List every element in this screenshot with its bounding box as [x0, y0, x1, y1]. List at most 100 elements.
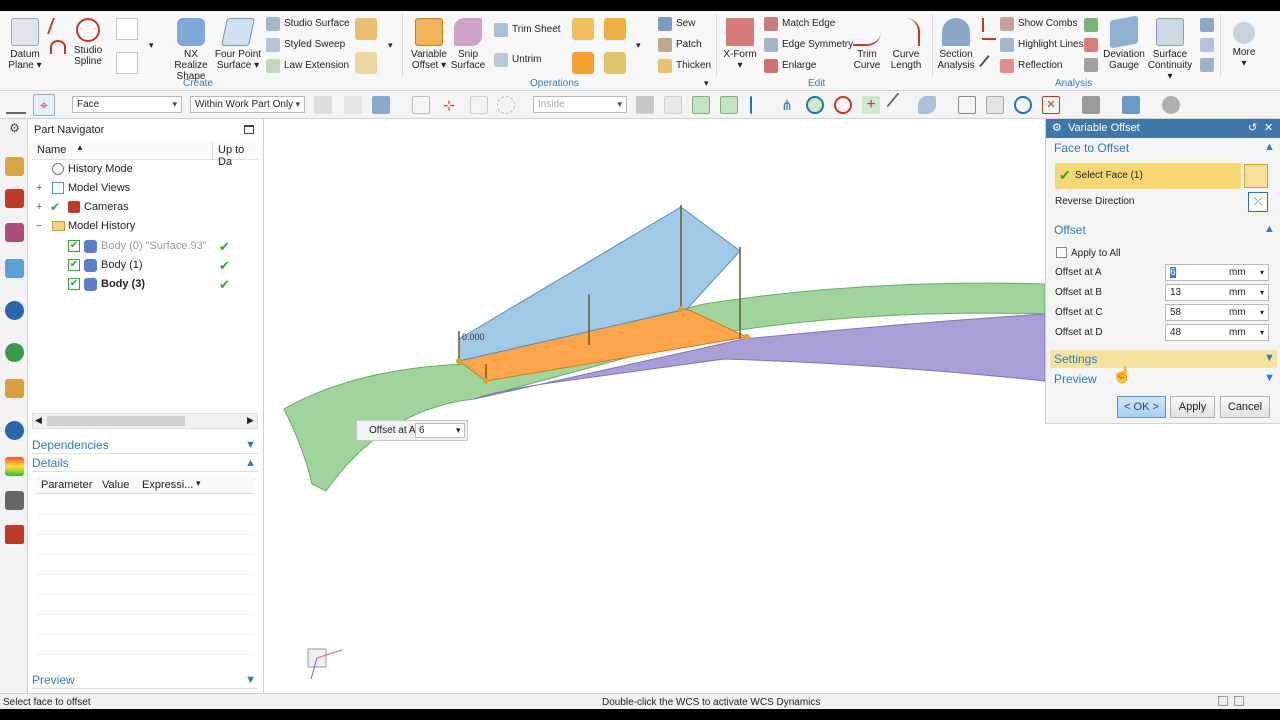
- selection-filter-icon[interactable]: [372, 96, 390, 114]
- menu-icon[interactable]: [6, 96, 26, 114]
- inflection-icon[interactable]: [979, 55, 999, 75]
- model-canvas[interactable]: 0.000: [264, 119, 1046, 693]
- sew-button[interactable]: Sew: [658, 17, 695, 31]
- curve-gallery-icon[interactable]: [116, 18, 138, 40]
- tree-item-history-mode[interactable]: History Mode: [28, 160, 258, 179]
- deviation-gauge-button[interactable]: Deviation Gauge: [1102, 15, 1146, 71]
- process-studio-icon[interactable]: [5, 491, 24, 510]
- lasso-icon[interactable]: [497, 96, 515, 114]
- enlarge-button[interactable]: Enlarge: [764, 59, 816, 73]
- clock-icon[interactable]: [5, 421, 24, 440]
- face-curvature-icon[interactable]: [1084, 18, 1098, 32]
- face-selector-icon[interactable]: [1244, 164, 1268, 188]
- arc-center-icon[interactable]: [806, 96, 824, 114]
- checkbox-icon[interactable]: ✔: [68, 278, 80, 290]
- onscreen-input-box[interactable]: Offset at A 6 ▾: [356, 420, 468, 441]
- checkbox-icon[interactable]: ✔: [68, 259, 80, 271]
- curve-analysis-icon[interactable]: [982, 38, 996, 52]
- tree-item-body-0[interactable]: ✔ Body (0) "Surface.93" ✔: [28, 237, 258, 256]
- select-mode-icon[interactable]: [314, 96, 332, 114]
- point-on-curve-icon[interactable]: ⊹: [440, 96, 458, 114]
- scroll-right-icon[interactable]: ▶: [247, 415, 254, 426]
- web-browser-icon[interactable]: [5, 343, 24, 362]
- snip-surface-button[interactable]: Snip Surface: [448, 18, 488, 71]
- handle-c[interactable]: [678, 306, 684, 312]
- show-combs-button[interactable]: Show Combs: [1000, 17, 1077, 31]
- status-icon[interactable]: [1218, 696, 1228, 706]
- ok-button[interactable]: < OK >: [1117, 396, 1166, 418]
- horizontal-scrollbar[interactable]: ◀ ▶: [32, 413, 258, 429]
- cancel-button[interactable]: Cancel: [1220, 396, 1270, 418]
- variable-offset-button[interactable]: Variable Offset ▾: [407, 18, 451, 71]
- section-analysis-button[interactable]: Section Analysis: [934, 18, 978, 71]
- bounded-grid-icon[interactable]: [918, 96, 936, 114]
- hd3d-tools-icon[interactable]: [5, 301, 24, 320]
- gear-icon[interactable]: ⚙: [1052, 119, 1062, 138]
- close-icon[interactable]: ✕: [1264, 119, 1273, 138]
- collapse-icon[interactable]: −: [36, 217, 42, 236]
- composite-curve-icon[interactable]: [116, 52, 138, 74]
- analysis-display-icon[interactable]: [1200, 38, 1214, 52]
- rendering-style-icon[interactable]: [1082, 96, 1100, 114]
- thicken-button[interactable]: Thicken: [658, 59, 711, 73]
- column-menu-icon[interactable]: ▾: [196, 478, 201, 489]
- tree-item-body-1[interactable]: ✔ Body (1) ✔: [28, 256, 258, 275]
- offset-c-field[interactable]: 58: [1165, 304, 1269, 321]
- inside-dropdown[interactable]: Inside: [533, 96, 627, 113]
- select-face-row[interactable]: ✔ Select Face (1): [1055, 163, 1241, 189]
- patch-button[interactable]: Patch: [658, 38, 702, 52]
- quadrant-point-icon[interactable]: [834, 96, 852, 114]
- status-icon[interactable]: [1234, 696, 1244, 706]
- sheet-body-icon[interactable]: [664, 96, 682, 114]
- offset-d-field[interactable]: 48: [1165, 324, 1269, 341]
- match-edge-button[interactable]: Match Edge: [764, 17, 835, 31]
- parameter-column-header[interactable]: Parameter: [41, 479, 92, 491]
- extend-sheet-icon[interactable]: [604, 18, 626, 40]
- offset-b-unit[interactable]: mm: [1229, 284, 1246, 301]
- checkbox-icon[interactable]: ✔: [68, 240, 80, 252]
- grid-snap-icon[interactable]: [470, 96, 488, 114]
- chevron-up-icon[interactable]: ▲: [1264, 223, 1275, 235]
- expression-column-header[interactable]: Expressi...: [142, 479, 193, 491]
- reuse-library-icon[interactable]: [5, 259, 24, 278]
- reflection-button[interactable]: Reflection: [1000, 59, 1062, 73]
- studio-spline-button[interactable]: Studio Spline: [68, 18, 108, 67]
- law-extension-button[interactable]: Law Extension: [266, 59, 349, 73]
- preview-header[interactable]: Preview ▼: [32, 671, 258, 689]
- curve-length-button[interactable]: Curve Length: [886, 18, 926, 71]
- chevron-down-icon[interactable]: ▾: [1260, 304, 1264, 321]
- four-point-surface-button[interactable]: Four Point Surface ▾: [214, 18, 262, 71]
- zoom-icon[interactable]: [986, 96, 1004, 114]
- distance-analysis-icon[interactable]: [1084, 58, 1098, 72]
- snap-point-icon[interactable]: [412, 96, 430, 114]
- solid-body-icon[interactable]: [636, 96, 654, 114]
- x-form-button[interactable]: X-Form ▾: [720, 18, 760, 71]
- tree-item-cameras[interactable]: + ✔ Cameras: [28, 198, 258, 217]
- untrim-button[interactable]: Untrim: [494, 53, 541, 67]
- wcs-triad-icon[interactable]: [307, 648, 343, 680]
- control-point-icon[interactable]: [750, 96, 768, 114]
- surface-continuity-button[interactable]: Surface Continuity ▾: [1146, 18, 1194, 82]
- handle-b[interactable]: [483, 378, 489, 384]
- settings-icon[interactable]: ⚙: [5, 121, 24, 140]
- edge-symmetry-button[interactable]: Edge Symmetry: [764, 38, 853, 52]
- reset-icon[interactable]: ↺: [1248, 119, 1257, 138]
- handle-a[interactable]: [456, 358, 462, 364]
- value-column-header[interactable]: Value: [102, 479, 129, 491]
- constraint-navigator-icon[interactable]: [5, 189, 24, 208]
- styled-sweep-button[interactable]: Styled Sweep: [266, 38, 345, 52]
- scroll-thumb[interactable]: [47, 416, 185, 426]
- rotate-icon[interactable]: [1014, 96, 1032, 114]
- face-to-offset-header[interactable]: Face to Offset: [1054, 141, 1129, 155]
- end-point-icon[interactable]: [692, 96, 710, 114]
- offset-d-unit[interactable]: mm: [1229, 324, 1246, 341]
- type-filter-dropdown[interactable]: Face: [72, 96, 182, 113]
- work-layer-icon[interactable]: [1162, 96, 1180, 114]
- highlight-lines-button[interactable]: Highlight Lines: [1000, 38, 1084, 52]
- intersection-icon[interactable]: ⋔: [778, 96, 796, 114]
- chevron-down-icon[interactable]: ▾: [1260, 264, 1264, 281]
- fit-view-icon[interactable]: [958, 96, 976, 114]
- trim-sheet-button[interactable]: Trim Sheet: [494, 23, 561, 37]
- expand-icon[interactable]: +: [36, 179, 42, 198]
- point-on-face-icon[interactable]: [886, 92, 912, 118]
